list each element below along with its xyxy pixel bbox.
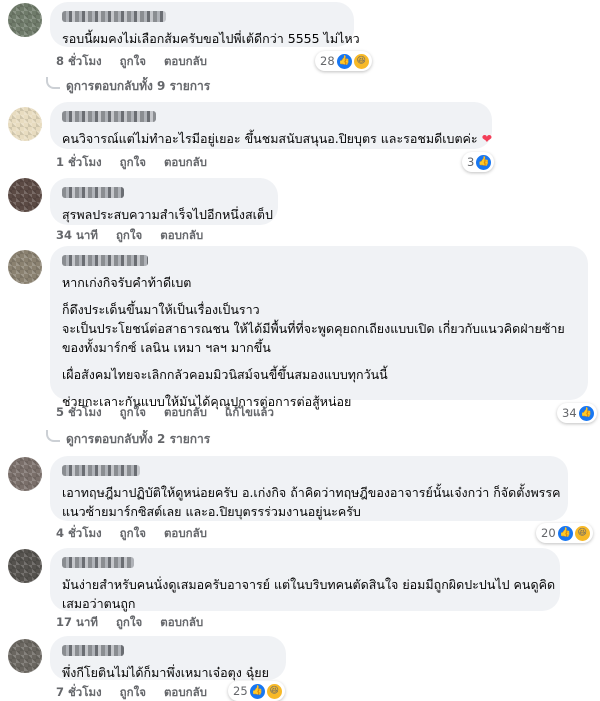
like-button[interactable]: ถูกใจ: [116, 228, 142, 242]
comment-bubble: เอาทฤษฎีมาปฏิบัติให้ดูหน่อยครับ อ.เก่งกิ…: [50, 456, 568, 521]
view-replies-label: ดูการตอบกลับทั้ง 9 รายการ: [66, 79, 211, 93]
author-name-redacted[interactable]: [62, 557, 134, 568]
like-button[interactable]: ถูกใจ: [120, 526, 146, 540]
comment-text-line: แนวซ้ายมาร์กซิสต์เลย และอ.ปิยบุตรรร่วมงา…: [62, 504, 361, 519]
comment-actions: 5 ชั่วโมง ถูกใจ ตอบกลับ แก้ไขแล้ว: [56, 404, 288, 420]
comment-text-content: คนวิจารณ์แต่ไม่ทำอะไรมีอยู่เยอะ ขึ้นชมสน…: [62, 131, 478, 146]
comment-text-line: เสมอว่าตนถูก: [62, 596, 136, 611]
reaction-summary[interactable]: 3 👍: [462, 152, 495, 172]
comment-actions: 7 ชั่วโมง ถูกใจ ตอบกลับ: [56, 684, 221, 700]
haha-icon: 😆: [266, 683, 282, 699]
avatar[interactable]: [8, 3, 42, 37]
haha-icon: 😆: [574, 525, 590, 541]
comment-bubble: สุรพลประสบความสำเร็จไปอีกหนึ่งสเต็ป: [50, 178, 278, 225]
avatar[interactable]: [8, 549, 42, 583]
reply-button[interactable]: ตอบกลับ: [164, 405, 207, 419]
comment-bubble: มันง่ายสำหรับคนนั่งดูเสมอครับอาจารย์ แต่…: [50, 548, 560, 611]
reaction-count: 25: [233, 684, 248, 698]
avatar[interactable]: [8, 250, 42, 284]
reply-button[interactable]: ตอบกลับ: [164, 685, 207, 699]
comment-actions: 34 นาที ถูกใจ ตอบกลับ: [56, 227, 217, 243]
reply-button[interactable]: ตอบกลับ: [164, 54, 207, 68]
comment-time[interactable]: 34 นาที: [56, 228, 98, 242]
comment-text-line: ก็ดึงประเด็นขึ้นมาให้เป็นเรื่องเป็นราว: [62, 302, 260, 317]
reaction-count: 28: [320, 54, 335, 68]
comment-text-line: เอาทฤษฎีมาปฏิบัติให้ดูหน่อยครับ อ.เก่งกิ…: [62, 485, 561, 500]
author-name-redacted[interactable]: [62, 187, 124, 198]
comment-actions: 17 นาที ถูกใจ ตอบกลับ: [56, 614, 217, 630]
like-button[interactable]: ถูกใจ: [120, 54, 146, 68]
comment-text-line: เผื่อสังคมไทยจะเลิกกลัวคอมมิวนิสม์จนขี้ข…: [62, 367, 388, 382]
view-replies-link[interactable]: ดูการตอบกลับทั้ง 2 รายการ: [46, 429, 211, 449]
like-button[interactable]: ถูกใจ: [120, 685, 146, 699]
reaction-summary[interactable]: 28 👍 😆: [315, 51, 372, 71]
reaction-summary[interactable]: 20 👍 😆: [536, 523, 593, 543]
comment-time[interactable]: 4 ชั่วโมง: [56, 526, 102, 540]
like-icon: 👍: [336, 53, 352, 69]
reaction-summary[interactable]: 25 👍 😆: [228, 681, 285, 701]
like-button[interactable]: ถูกใจ: [116, 615, 142, 629]
reply-button[interactable]: ตอบกลับ: [164, 155, 207, 169]
heart-icon: ❤: [481, 131, 493, 146]
comment-bubble: รอบนี้ผมคงไม่เลือกส้มครับขอไปพี่เต้ดีกว่…: [50, 2, 360, 47]
author-name-redacted[interactable]: [62, 111, 156, 122]
edited-label[interactable]: แก้ไขแล้ว: [225, 405, 274, 419]
comment-text: พึ่งกีโยตินไม่ได้ก็มาพึ่งเหมาเจ๋อตุง ฉุ๋…: [62, 665, 269, 680]
comment-text-line: จะเป็นประโยชน์ต่อสาธารณชน ให้ได้มีพื้นที…: [62, 321, 565, 336]
comment-actions: 8 ชั่วโมง ถูกใจ ตอบกลับ: [56, 53, 221, 69]
avatar[interactable]: [8, 107, 42, 141]
reaction-count: 20: [541, 526, 556, 540]
like-icon: 👍: [578, 405, 594, 421]
reply-button[interactable]: ตอบกลับ: [160, 228, 203, 242]
like-icon: 👍: [476, 154, 492, 170]
reply-thread-line: [46, 429, 60, 442]
haha-icon: 😆: [353, 53, 369, 69]
comment-text-line: มันง่ายสำหรับคนนั่งดูเสมอครับอาจารย์ แต่…: [62, 577, 556, 592]
comment-text-line: ของทั้งมาร์กซ์ เลนิน เหมา ฯลฯ มากขึ้น: [62, 340, 271, 355]
comment-bubble: หากเก่งกิจรับคำท้าดีเบต ก็ดึงประเด็นขึ้น…: [50, 246, 588, 409]
comment-bubble: คนวิจารณ์แต่ไม่ทำอะไรมีอยู่เยอะ ขึ้นชมสน…: [50, 102, 492, 149]
comment-text-line: หากเก่งกิจรับคำท้าดีเบต: [62, 275, 192, 290]
reply-button[interactable]: ตอบกลับ: [164, 526, 207, 540]
like-button[interactable]: ถูกใจ: [120, 155, 146, 169]
author-name-redacted[interactable]: [62, 645, 124, 656]
comment-time[interactable]: 8 ชั่วโมง: [56, 54, 102, 68]
avatar[interactable]: [8, 178, 42, 212]
comment-text: รอบนี้ผมคงไม่เลือกส้มครับขอไปพี่เต้ดีกว่…: [62, 31, 360, 46]
reaction-summary[interactable]: 34 👍: [557, 403, 597, 423]
reply-thread-line: [46, 76, 60, 89]
comment-time[interactable]: 17 นาที: [56, 615, 98, 629]
comment-time[interactable]: 7 ชั่วโมง: [56, 685, 102, 699]
avatar[interactable]: [8, 457, 42, 491]
author-name-redacted[interactable]: [62, 255, 148, 266]
like-icon: 👍: [249, 683, 265, 699]
comment-bubble: พึ่งกีโยตินไม่ได้ก็มาพึ่งเหมาเจ๋อตุง ฉุ๋…: [50, 636, 286, 680]
comment-text: คนวิจารณ์แต่ไม่ทำอะไรมีอยู่เยอะ ขึ้นชมสน…: [62, 129, 492, 148]
comment-actions: 1 ชั่วโมง ถูกใจ ตอบกลับ: [56, 154, 221, 170]
comment-time[interactable]: 5 ชั่วโมง: [56, 405, 102, 419]
author-name-redacted[interactable]: [62, 11, 166, 22]
like-icon: 👍: [557, 525, 573, 541]
comment-time[interactable]: 1 ชั่วโมง: [56, 155, 102, 169]
like-button[interactable]: ถูกใจ: [120, 405, 146, 419]
reply-button[interactable]: ตอบกลับ: [160, 615, 203, 629]
view-replies-link[interactable]: ดูการตอบกลับทั้ง 9 รายการ: [46, 76, 211, 96]
avatar[interactable]: [8, 639, 42, 673]
reaction-count: 34: [562, 406, 577, 420]
author-name-redacted[interactable]: [62, 465, 140, 476]
reaction-count: 3: [467, 155, 475, 169]
comment-actions: 4 ชั่วโมง ถูกใจ ตอบกลับ: [56, 525, 221, 541]
comment-text: สุรพลประสบความสำเร็จไปอีกหนึ่งสเต็ป: [62, 207, 273, 222]
view-replies-label: ดูการตอบกลับทั้ง 2 รายการ: [66, 432, 211, 446]
